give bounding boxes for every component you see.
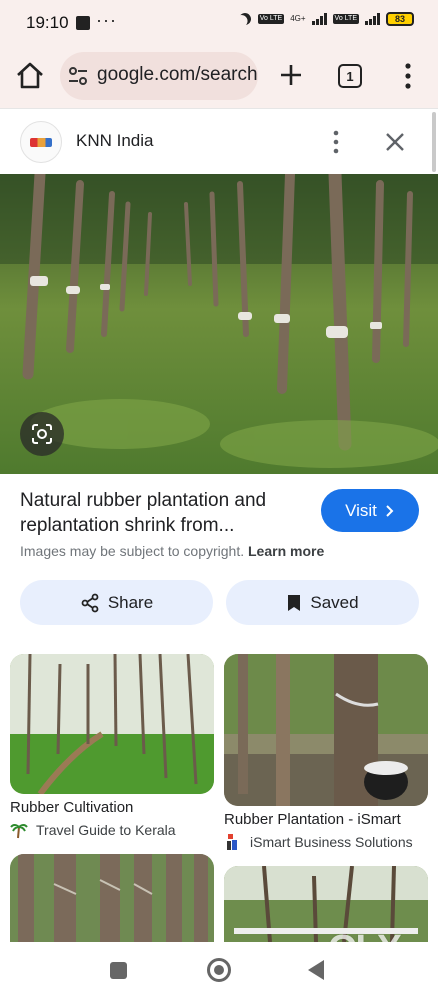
network-type: 4G+ bbox=[290, 14, 306, 23]
browser-toolbar: google.com/search 1 bbox=[0, 46, 438, 108]
signal-icon-2 bbox=[365, 13, 380, 25]
related-source[interactable]: iSmart Business Solutions bbox=[224, 833, 413, 851]
related-title[interactable]: Rubber Plantation - iSmart bbox=[224, 811, 401, 828]
scroll-indicator[interactable] bbox=[432, 112, 436, 172]
status-bar: 19:10 ··· Vo LTE 4G+ Vo LTE 83 bbox=[0, 0, 438, 46]
share-icon bbox=[81, 593, 99, 612]
home-nav-icon[interactable] bbox=[207, 958, 231, 982]
status-icons: Vo LTE 4G+ Vo LTE 83 bbox=[238, 12, 414, 26]
copyright-text: Images may be subject to copyright. bbox=[20, 543, 245, 559]
source-name[interactable]: KNN India bbox=[76, 131, 153, 151]
chevron-right-icon bbox=[386, 504, 394, 517]
google-lens-button[interactable] bbox=[20, 412, 64, 456]
related-thumbnail[interactable] bbox=[10, 854, 214, 942]
saved-label: Saved bbox=[310, 592, 359, 612]
do-not-disturb-icon bbox=[235, 9, 254, 28]
tab-switcher-button[interactable]: 1 bbox=[338, 64, 362, 88]
related-thumbnail[interactable] bbox=[10, 654, 214, 794]
notification-icon bbox=[76, 16, 90, 30]
status-time: 19:10 bbox=[26, 13, 69, 32]
visit-button[interactable]: Visit bbox=[321, 489, 419, 532]
share-button[interactable]: Share bbox=[20, 580, 213, 625]
overflow-menu-icon[interactable] bbox=[400, 62, 416, 90]
battery-indicator: 83 bbox=[386, 12, 414, 26]
volte-badge-2: Vo LTE bbox=[332, 14, 359, 24]
result-title[interactable]: Natural rubber plantation and replantati… bbox=[20, 488, 310, 538]
share-label: Share bbox=[107, 592, 154, 612]
signal-icon-1 bbox=[311, 13, 327, 25]
ismart-logo-icon bbox=[227, 834, 237, 850]
back-icon[interactable] bbox=[308, 960, 324, 980]
saved-button[interactable]: Saved bbox=[226, 580, 419, 625]
source-header: KNN India bbox=[0, 108, 438, 174]
related-source-name: Travel Guide to Kerala bbox=[36, 822, 176, 838]
site-settings-icon[interactable] bbox=[68, 66, 88, 86]
related-source[interactable]: Travel Guide to Kerala bbox=[10, 821, 176, 839]
more-options-icon[interactable] bbox=[328, 129, 344, 155]
main-image[interactable] bbox=[0, 174, 438, 474]
bookmark-icon bbox=[288, 594, 301, 611]
recent-apps-icon[interactable] bbox=[110, 962, 127, 979]
home-icon[interactable] bbox=[14, 60, 46, 92]
learn-more-link[interactable]: Learn more bbox=[248, 543, 324, 559]
copyright-notice: Images may be subject to copyright. Lear… bbox=[20, 543, 324, 559]
related-thumbnail[interactable] bbox=[224, 654, 428, 806]
visit-label: Visit bbox=[345, 500, 377, 520]
volte-badge-1: Vo LTE bbox=[257, 14, 285, 24]
knn-logo-icon bbox=[30, 137, 52, 147]
palm-tree-icon bbox=[10, 824, 28, 839]
system-nav-bar bbox=[0, 942, 438, 998]
url-bar[interactable]: google.com/search bbox=[60, 52, 258, 100]
related-title[interactable]: Rubber Cultivation bbox=[10, 799, 133, 816]
more-notifications-icon: ··· bbox=[96, 10, 117, 30]
lens-icon bbox=[32, 424, 52, 444]
source-logo bbox=[20, 121, 62, 163]
related-source-name: iSmart Business Solutions bbox=[250, 834, 413, 850]
new-tab-icon[interactable] bbox=[276, 60, 306, 90]
url-text[interactable]: google.com/search bbox=[97, 64, 258, 86]
close-icon[interactable] bbox=[382, 129, 408, 155]
